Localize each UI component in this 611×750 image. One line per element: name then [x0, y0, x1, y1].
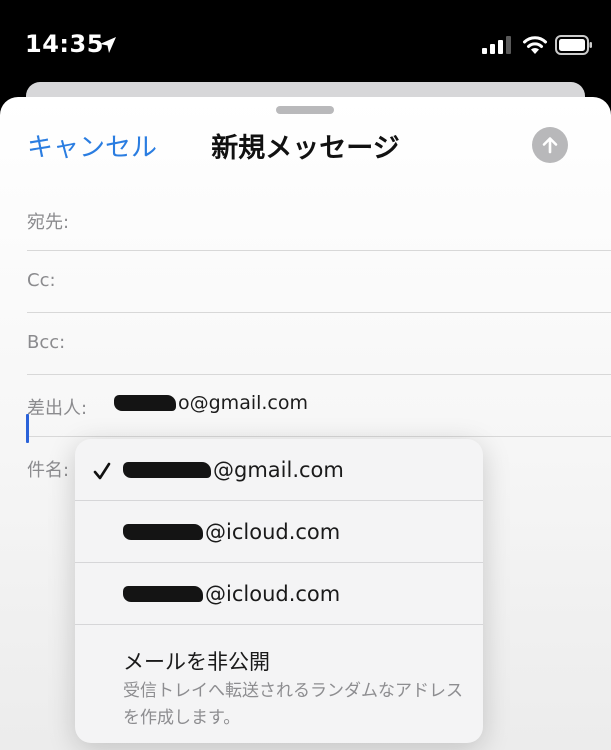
redacted-address [123, 524, 203, 540]
sender-option-email: @gmail.com [123, 458, 344, 482]
redacted-address [123, 586, 203, 602]
bcc-label: Bcc: [27, 332, 66, 353]
sender-option[interactable]: @icloud.com [75, 563, 483, 625]
redacted-address [123, 462, 211, 478]
cc-label: Cc: [27, 270, 56, 291]
phone-screen: 14:35 キャンセル 新規メッセージ 宛先: Cc: Bcc: 差出人: o@… [0, 0, 611, 750]
location-arrow-icon [100, 37, 116, 53]
cellular-signal-icon [482, 36, 511, 54]
status-bar: 14:35 [0, 0, 611, 80]
sender-option-email: @icloud.com [123, 582, 340, 606]
subject-label: 件名: [27, 460, 70, 481]
hide-my-email-title: メールを非公開 [123, 650, 270, 674]
wifi-icon [523, 36, 547, 54]
text-cursor [26, 414, 29, 443]
from-label: 差出人: [27, 398, 88, 419]
hide-my-email-description: 受信トレイへ転送されるランダムなアドレスを作成します。 [123, 681, 463, 728]
sender-option-domain: @gmail.com [213, 458, 344, 482]
checkmark-icon [93, 462, 111, 480]
sender-option-domain: @icloud.com [205, 582, 341, 606]
send-button[interactable] [532, 127, 568, 163]
cc-field[interactable]: Cc: [27, 251, 611, 313]
sheet-grabber[interactable] [276, 106, 334, 114]
battery-icon [555, 35, 592, 55]
sender-picker-menu: @gmail.com @icloud.com @icloud.com メールを非… [75, 439, 483, 743]
sheet-title: 新規メッセージ [211, 133, 400, 164]
status-time: 14:35 [25, 30, 104, 58]
bcc-field[interactable]: Bcc: [27, 313, 611, 375]
sender-option-domain: @icloud.com [205, 520, 341, 544]
from-value-domain: o@gmail.com [178, 392, 309, 414]
to-label: 宛先: [27, 212, 70, 233]
from-value: o@gmail.com [114, 392, 308, 414]
sender-option-email: @icloud.com [123, 520, 340, 544]
sender-option[interactable]: @gmail.com [75, 439, 483, 501]
arrow-up-icon [542, 137, 558, 154]
hide-my-email-option[interactable]: メールを非公開 受信トレイへ転送されるランダムなアドレスを作成します。 [75, 626, 483, 743]
redacted-address [114, 395, 176, 411]
from-field[interactable]: 差出人: o@gmail.com [27, 375, 611, 437]
sender-option[interactable]: @icloud.com [75, 501, 483, 563]
to-field[interactable]: 宛先: [27, 189, 611, 251]
